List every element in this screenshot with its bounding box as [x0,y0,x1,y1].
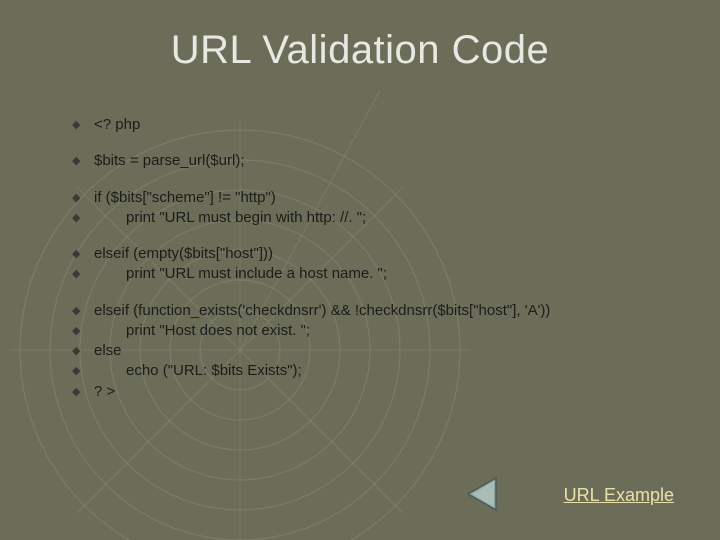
code-text: $bits = parse_url($url); [94,151,680,171]
slide: URL Validation Code ◆ <? php ◆ $bits = p… [0,0,720,540]
slide-title: URL Validation Code [0,28,720,73]
code-text: if ($bits["scheme"] != "http") [94,188,680,208]
bullet-line: ◆ ? > [72,382,680,402]
code-text: elseif (function_exists('checkdnsrr') &&… [94,301,680,321]
back-button[interactable] [466,474,510,514]
code-text: elseif (empty($bits["host"])) [94,244,680,264]
diamond-bullet-icon: ◆ [72,208,94,228]
bullet-line: ◆ $bits = parse_url($url); [72,151,680,171]
diamond-bullet-icon: ◆ [72,382,94,402]
diamond-bullet-icon: ◆ [72,115,94,135]
diamond-bullet-icon: ◆ [72,188,94,208]
bullet-line: ◆ echo ("URL: $bits Exists"); [72,361,680,381]
code-text: <? php [94,115,680,135]
diamond-bullet-icon: ◆ [72,361,94,381]
diamond-bullet-icon: ◆ [72,301,94,321]
diamond-bullet-icon: ◆ [72,151,94,171]
code-text: ? > [94,382,680,402]
bullet-line: ◆ print "Host does not exist. "; [72,321,680,341]
code-text: print "URL must begin with http: //. "; [94,208,680,228]
diamond-bullet-icon: ◆ [72,341,94,361]
code-text: echo ("URL: $bits Exists"); [94,361,680,381]
diamond-bullet-icon: ◆ [72,264,94,284]
bullet-line: ◆ print "URL must begin with http: //. "… [72,208,680,228]
code-text: print "Host does not exist. "; [94,321,680,341]
code-text: print "URL must include a host name. "; [94,264,680,284]
bullet-line: ◆ elseif (empty($bits["host"])) [72,244,680,264]
slide-body: ◆ <? php ◆ $bits = parse_url($url); ◆ if… [72,115,680,416]
bullet-line: ◆ elseif (function_exists('checkdnsrr') … [72,301,680,321]
bullet-line: ◆ print "URL must include a host name. "… [72,264,680,284]
diamond-bullet-icon: ◆ [72,244,94,264]
bullet-line: ◆ else [72,341,680,361]
bullet-line: ◆ <? php [72,115,680,135]
diamond-bullet-icon: ◆ [72,321,94,341]
back-arrow-icon [466,474,510,514]
bullet-line: ◆ if ($bits["scheme"] != "http") [72,188,680,208]
url-example-link[interactable]: URL Example [564,485,674,506]
code-text: else [94,341,680,361]
